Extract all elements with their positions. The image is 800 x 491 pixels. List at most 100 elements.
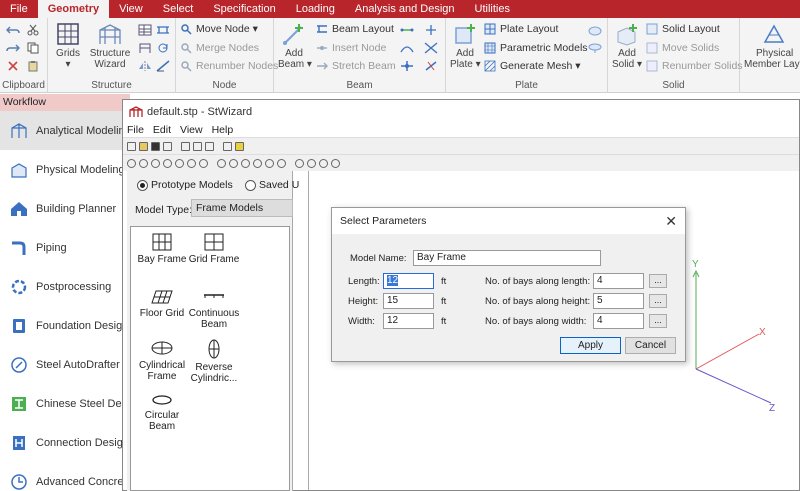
workflow-item-chinese-steel-design[interactable]: Chinese Steel Design [0,384,142,423]
cut-beam-icon[interactable] [424,60,438,72]
split-icon[interactable] [424,24,438,36]
stwizard-menu-edit[interactable]: Edit [153,124,171,136]
radio-button[interactable] [137,179,148,191]
solid-layout-button[interactable]: Solid Layout [646,23,720,35]
view-back-icon[interactable] [139,158,148,168]
zoom-out-icon[interactable] [307,158,316,168]
save-as-icon[interactable] [163,141,172,151]
rotate-up-icon[interactable] [217,158,226,168]
workflow-item-postprocessing[interactable]: Postprocessing [0,267,130,306]
stretch-beam-button[interactable]: Stretch Beam [316,60,396,72]
table-icon[interactable] [138,24,152,36]
menu-utilities[interactable]: Utilities [465,0,520,18]
view-front-icon[interactable] [127,158,136,168]
save-icon[interactable] [151,141,160,151]
rotate-right-icon[interactable] [253,158,262,168]
model-reverse-cylindrical[interactable]: Reverse Cylindric... [183,339,245,384]
close-icon[interactable]: ✕ [665,213,677,230]
workflow-item-physical-modeling[interactable]: Physical Modeling [0,150,130,189]
apply-button[interactable]: Apply [560,337,621,354]
spin-right-icon[interactable] [277,158,286,168]
workflow-item-connection-design[interactable]: Connection Design [0,423,130,462]
menu-view[interactable]: View [109,0,153,18]
grids-button[interactable]: Grids ▾ [52,22,84,70]
mirror-icon[interactable] [138,60,152,72]
view-right-icon[interactable] [163,158,172,168]
view-left-icon[interactable] [151,158,160,168]
workflow-item-advanced-concrete[interactable]: Advanced Concrete [0,462,133,491]
paste-icon[interactable] [205,141,214,151]
height-input[interactable]: 15 [383,293,434,309]
help-icon[interactable] [235,141,244,151]
view-bottom-icon[interactable] [187,158,196,168]
renumber-solids-button[interactable]: Renumber Solids [646,60,743,72]
workflow-item-steel-autodrafter[interactable]: Steel AutoDrafter [0,345,130,384]
connect-icon[interactable] [400,24,414,36]
insert-node-button[interactable]: Insert Node [316,42,386,54]
generate-mesh-button[interactable]: Generate Mesh ▾ [484,60,581,72]
cloud-icon[interactable] [588,24,602,36]
cut-icon[interactable] [181,141,190,151]
bays-length-browse-button[interactable]: ... [649,274,667,288]
menu-geometry[interactable]: Geometry [37,0,110,18]
merge-nodes-button[interactable]: Merge Nodes [180,42,259,54]
model-type-select[interactable]: Frame Models [191,199,293,217]
bays-height-input[interactable]: 5 [593,293,644,309]
move-solids-button[interactable]: Move Solids [646,42,719,54]
model-circular-beam[interactable]: Circular Beam [131,393,193,432]
plate-op-icon[interactable] [588,42,602,54]
radio-saved-models[interactable]: Saved U [245,179,299,191]
spin-left-icon[interactable] [265,158,274,168]
paste-icon[interactable] [26,60,40,72]
copy-icon[interactable] [26,42,40,54]
radio-prototype-models[interactable]: Prototype Models [137,179,233,191]
stwizard-menu-view[interactable]: View [180,124,203,136]
cross-arrow-icon[interactable] [400,60,414,72]
model-continuous-beam[interactable]: Continuous Beam [183,289,245,330]
view-top-icon[interactable] [175,158,184,168]
workflow-item-piping[interactable]: Piping [0,228,130,267]
view-iso-icon[interactable] [199,158,208,168]
parametric-models-button[interactable]: Parametric Models [484,42,588,54]
intersect-icon[interactable] [424,42,438,54]
menu-file[interactable]: File [0,0,38,18]
menu-specification[interactable]: Specification [203,0,285,18]
radio-button[interactable] [245,179,256,191]
cut-icon[interactable] [26,24,40,36]
scale-icon[interactable] [156,60,170,72]
cancel-button[interactable]: Cancel [625,337,676,354]
width-input[interactable]: 12 [383,313,434,329]
menu-select[interactable]: Select [153,0,204,18]
curve-icon[interactable] [400,42,414,54]
bays-height-browse-button[interactable]: ... [649,294,667,308]
bays-length-input[interactable]: 4 [593,273,644,289]
bays-width-browse-button[interactable]: ... [649,314,667,328]
model-grid-frame[interactable]: Grid Frame [183,233,245,265]
workflow-item-analytical-modeling[interactable]: Analytical Modeling [0,111,131,150]
stwizard-menu-file[interactable]: File [127,124,144,136]
add-beam-button[interactable]: Add Beam ▾ [278,22,312,70]
menu-analysis-design[interactable]: Analysis and Design [345,0,465,18]
rotate-left-icon[interactable] [241,158,250,168]
menu-loading[interactable]: Loading [286,0,345,18]
bays-width-input[interactable]: 4 [593,313,644,329]
copy-icon[interactable] [193,141,202,151]
model-name-input[interactable]: Bay Frame [413,250,601,266]
workflow-item-foundation-design[interactable]: Foundation Design [0,306,130,345]
rotate-down-icon[interactable] [229,158,238,168]
add-plate-button[interactable]: Add Plate ▾ [450,22,481,70]
plate-layout-button[interactable]: Plate Layout [484,23,558,35]
beam-grid-icon[interactable] [156,24,170,36]
renumber-nodes-button[interactable]: Renumber Nodes [180,60,278,72]
stwizard-menu-help[interactable]: Help [212,124,234,136]
open-file-icon[interactable] [139,141,148,151]
move-node-button[interactable]: Move Node ▾ [180,23,258,35]
zoom-in-icon[interactable] [295,158,304,168]
add-solid-button[interactable]: Add Solid ▾ [612,22,642,70]
print-icon[interactable] [223,141,232,151]
undo-icon[interactable] [6,24,20,36]
zoom-fit-icon[interactable] [331,158,340,168]
rotate-icon[interactable] [156,42,170,54]
beam-layout-button[interactable]: Beam Layout [316,23,394,35]
length-input[interactable]: 12 [383,273,434,289]
